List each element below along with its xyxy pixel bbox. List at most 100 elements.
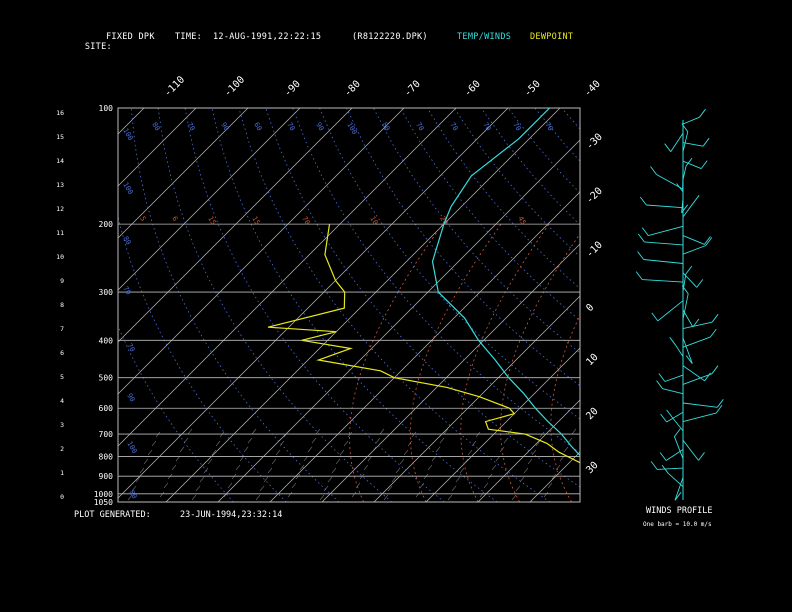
isotherm-line	[118, 108, 509, 499]
wind-barb-flag	[650, 461, 658, 470]
moist-adiabat-dash	[319, 494, 325, 501]
moist-adiabat-dash	[527, 458, 533, 465]
wind-barb-flag	[716, 399, 724, 408]
dry-adiabat-line	[616, 108, 792, 502]
temp-right-label: 30	[584, 460, 600, 476]
wind-barb-flag	[709, 328, 717, 338]
moist-adiabat-dash	[315, 428, 321, 435]
temp-top-label: -90	[282, 79, 303, 100]
wind-barb	[644, 241, 684, 246]
moist-adiabat-dash	[467, 449, 473, 456]
wind-barb	[682, 131, 689, 153]
adiabat-label: 70	[511, 121, 522, 132]
dry-adiabat-line	[346, 108, 580, 387]
wind-barb-flag	[711, 313, 719, 323]
height-tick-label: 3	[60, 421, 64, 429]
moist-adiabat-dash	[219, 431, 225, 438]
pressure-tick-label: 800	[99, 452, 114, 461]
temp-right-label: -10	[584, 240, 605, 261]
height-tick-label: 1	[60, 469, 64, 477]
moist-adiabat-dash	[151, 440, 157, 447]
wind-barb-flag	[637, 233, 645, 243]
moist-adiabat-dash	[283, 431, 289, 438]
mixing-ratio-line	[460, 223, 550, 502]
moist-adiabat-dash	[515, 485, 521, 492]
adiabat-label: 70	[185, 121, 196, 132]
pressure-tick-label: 400	[99, 336, 114, 345]
moist-adiabat-dash	[335, 458, 341, 465]
temp-top-label: -110	[162, 74, 187, 99]
wind-barb	[682, 336, 711, 348]
isotherm-line	[118, 108, 353, 343]
temp-top-label: -50	[522, 79, 543, 100]
wind-barb	[662, 388, 684, 395]
dry-adiabat-line	[292, 108, 580, 454]
moist-adiabat-dash	[391, 476, 397, 483]
wind-barb	[646, 204, 684, 209]
isotherm-line	[165, 108, 561, 502]
temp-profile-line	[431, 108, 580, 457]
moist-adiabat-dash	[203, 467, 209, 474]
adiabat-label: 60	[252, 121, 263, 132]
isotherm-line	[217, 139, 580, 502]
isotherm-line	[321, 243, 580, 502]
moist-adiabat-dash	[379, 428, 385, 435]
height-tick-label: 11	[56, 229, 64, 237]
pressure-tick-label: 100	[99, 104, 114, 113]
adiabat-label: 100	[121, 127, 134, 142]
adiabat-label: 100	[125, 440, 138, 455]
isotherm-line	[0, 108, 40, 502]
wind-barb	[682, 402, 718, 408]
adiabat-label: 70	[285, 121, 296, 132]
dry-adiabat-line	[480, 108, 580, 226]
pressure-tick-label: 500	[99, 374, 114, 383]
wind-barb-flag	[637, 251, 644, 260]
moist-adiabat-dash	[191, 494, 197, 501]
moist-adiabat-dash	[187, 428, 193, 435]
temp-right-label: 10	[584, 352, 600, 368]
temp-right-label: -30	[584, 132, 605, 153]
moist-adiabat-dash	[179, 446, 185, 453]
dry-adiabat-line	[534, 108, 580, 162]
moist-adiabat-dash	[243, 446, 249, 453]
wind-barb-flag	[692, 195, 700, 204]
moist-adiabat-dash	[251, 428, 257, 435]
wind-barb	[682, 321, 713, 330]
moist-adiabat-dash	[491, 464, 497, 471]
moist-adiabat-dash	[155, 431, 161, 438]
height-tick-label: 12	[56, 205, 64, 213]
moist-adiabat-dash	[375, 437, 381, 444]
pressure-tick-label: 1050	[94, 498, 113, 507]
moist-adiabat-dash	[415, 491, 421, 498]
height-tick-label: 13	[56, 181, 64, 189]
wind-barb-flag	[696, 279, 704, 288]
adiabat-label: 90	[314, 121, 325, 132]
moist-adiabat-dash	[291, 482, 297, 489]
dry-adiabat-line	[265, 108, 580, 488]
dry-adiabat-line	[723, 108, 792, 502]
dry-adiabat-line	[211, 108, 498, 502]
moist-adiabat-dash	[247, 437, 253, 444]
dry-adiabat-line	[453, 108, 580, 258]
wind-barb-flag	[711, 365, 719, 374]
isotherm-line	[738, 108, 792, 502]
temp-top-label: -70	[402, 79, 423, 100]
moist-adiabat-dash	[271, 458, 277, 465]
height-tick-label: 9	[60, 277, 64, 285]
mixing-ratio-line	[500, 233, 580, 502]
moist-adiabat-dash	[259, 485, 265, 492]
wind-barb	[682, 412, 717, 423]
moist-adiabat-dash	[523, 467, 529, 474]
temp-top-label: -60	[462, 79, 483, 100]
moist-adiabat-dash	[263, 476, 269, 483]
wind-barb-flag	[660, 413, 667, 423]
moist-adiabat-dash	[311, 437, 317, 444]
wind-barb-flag	[674, 492, 682, 501]
moist-adiabat-dash	[339, 449, 345, 456]
wind-barb-flag	[685, 265, 693, 275]
adiabat-label: 100	[345, 121, 358, 136]
height-tick-label: 16	[56, 109, 64, 117]
temp-right-label: -20	[584, 186, 605, 207]
moist-adiabat-dash	[183, 437, 189, 444]
moist-adiabat-dash	[159, 491, 165, 498]
